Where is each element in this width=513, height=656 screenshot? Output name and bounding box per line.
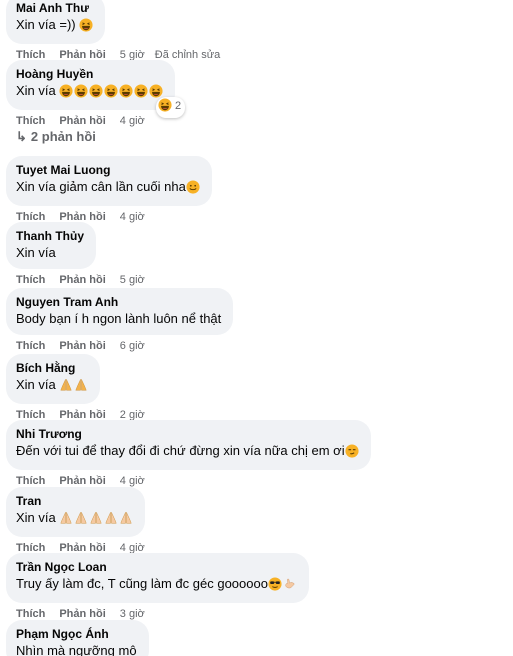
comment-author[interactable]: Thanh Thủy — [16, 228, 84, 244]
comment-item: Mai Anh Thư Xin vía =)) Thích Phản hồi 5 gi… — [6, 0, 220, 63]
comment-text-row: Xin vía giảm cân lần cuối nha — [16, 178, 200, 199]
laugh-emoji-icon — [79, 18, 93, 37]
comment-text: Truy ấy làm đc, T cũng làm đc géc gooooo… — [16, 576, 268, 591]
pray-light-emoji-icon — [74, 511, 88, 530]
comment-text-row: Xin vía — [16, 509, 133, 530]
comment-item: Hoàng Huyền Xin vía 2 Thích Phản hồi 4 giờ — [6, 60, 186, 129]
comment-author[interactable]: Bích Hằng — [16, 360, 88, 376]
comment-bubble: Hoàng Huyền Xin vía 2 — [6, 60, 186, 118]
comment-item: Bích Hằng Xin vía Thích Phản hồi 2 giờ — [6, 354, 145, 423]
comment-item: Nguyen Tram Anh Body bạn í h ngon lành lu… — [6, 288, 234, 354]
comment-actions: Thích Phản hồi 4 giờ — [6, 113, 175, 129]
view-replies-label: 2 phản hồi — [30, 129, 96, 144]
comment-author[interactable]: Hoàng Huyền — [16, 66, 163, 82]
comment-text-row: Xin vía — [16, 376, 88, 397]
pray-emoji-icon — [59, 378, 73, 397]
comment-bubble: Bích Hằng Xin vía — [6, 354, 101, 404]
comment-item: Phạm Ngọc Ánh Nhìn mà ngưỡng mộ — [6, 620, 149, 656]
comment-text: Body bạn í h ngon lành luôn nể thật — [16, 311, 222, 326]
comment-text-row: Xin vía — [16, 244, 84, 262]
comment-item: Thanh Thủy Xin vía Thích Phản hồi 5 giờ — [6, 222, 145, 288]
comment-text: Xin vía — [16, 245, 56, 260]
comment-bubble: Mai Anh Thư Xin vía =)) — [6, 0, 106, 44]
comment-author[interactable]: Mai Anh Thư — [16, 0, 93, 16]
comment-text: Nhìn mà ngưỡng mộ — [16, 643, 137, 656]
pray-light-emoji-icon — [104, 511, 118, 530]
comment-author[interactable]: Nguyen Tram Anh — [16, 294, 221, 310]
comment-author[interactable]: Tran — [16, 493, 133, 509]
comment-author[interactable]: Phạm Ngọc Ánh — [16, 626, 137, 642]
comment-timestamp[interactable]: 4 giờ — [120, 113, 145, 129]
laugh-emoji-icon — [119, 84, 133, 103]
comment-item: Nhi Trương Đến với tui để thay đổi đi chứ… — [6, 420, 371, 489]
comment-text: Xin vía =)) — [16, 17, 76, 32]
smirk-emoji-icon — [345, 444, 359, 463]
pray-light-emoji-icon — [89, 511, 103, 530]
comment-timestamp[interactable]: 5 giờ — [120, 272, 145, 288]
comment-text: Xin vía — [16, 510, 56, 525]
like-button[interactable]: Thích — [16, 113, 45, 129]
like-button[interactable]: Thích — [16, 338, 45, 354]
comment-text-row: Đến với tui để thay đổi đi chứ đừng xin … — [16, 442, 359, 463]
laugh-emoji-icon — [74, 84, 88, 103]
comment-text: Xin vía giảm cân lần cuối nha — [16, 179, 186, 194]
comment-bubble: Thanh Thủy Xin vía — [6, 222, 96, 269]
comment-bubble: Phạm Ngọc Ánh Nhìn mà ngưỡng mộ — [6, 620, 149, 656]
comment-text-row: Body bạn í h ngon lành luôn nể thật — [16, 310, 221, 328]
pray-emoji-icon — [74, 378, 88, 397]
pray-light-emoji-icon — [59, 511, 73, 530]
comment-text: Xin vía — [16, 83, 56, 98]
reply-button[interactable]: Phản hồi — [59, 272, 105, 288]
reply-arrow-icon: ↳ — [16, 129, 27, 144]
comment-author[interactable]: Tuyet Mai Luong — [16, 162, 200, 178]
reaction-count: 2 — [175, 100, 182, 112]
comment-text-row: Nhìn mà ngưỡng mộ — [16, 642, 137, 656]
comment-text: Xin vía — [16, 377, 56, 392]
call-me-emoji-icon — [283, 577, 297, 596]
comment-item: Trần Ngọc Loan Truy ấy làm đc, T cũng làm… — [6, 553, 309, 622]
comment-author[interactable]: Nhi Trương — [16, 426, 359, 442]
comment-bubble: Tuyet Mai Luong Xin vía giảm cân lần cuối… — [6, 156, 212, 206]
comment-actions: Thích Phản hồi 5 giờ — [6, 272, 145, 288]
comment-text-row: Xin vía =)) — [16, 16, 93, 37]
comment-text-row: Xin vía — [16, 82, 163, 103]
comment-bubble: Nguyen Tram Anh Body bạn í h ngon lành lu… — [6, 288, 234, 335]
pray-light-emoji-icon — [119, 511, 133, 530]
laugh-emoji-icon — [59, 84, 73, 103]
reply-button[interactable]: Phản hồi — [59, 113, 105, 129]
comment-text: Đến với tui để thay đổi đi chứ đừng xin … — [16, 443, 345, 458]
comment-actions: Thích Phản hồi 6 giờ — [6, 338, 233, 354]
comment-author[interactable]: Trần Ngọc Loan — [16, 559, 297, 575]
comment-item: Tran Xin vía Thích Phản hồi 4 giờ — [6, 487, 146, 556]
laugh-emoji-icon — [134, 84, 148, 103]
sunglasses-emoji-icon — [268, 577, 282, 596]
reply-button[interactable]: Phản hồi — [59, 338, 105, 354]
comment-bubble: Nhi Trương Đến với tui để thay đổi đi chứ… — [6, 420, 371, 470]
comment-text-row: Truy ấy làm đc, T cũng làm đc géc gooooo… — [16, 575, 297, 596]
view-replies-button[interactable]: ↳ 2 phản hồi — [16, 128, 96, 146]
laugh-emoji-icon — [89, 84, 103, 103]
smile-emoji-icon — [186, 180, 200, 199]
comment-bubble: Tran Xin vía — [6, 487, 146, 537]
comment-timestamp[interactable]: 6 giờ — [120, 338, 145, 354]
like-button[interactable]: Thích — [16, 272, 45, 288]
comment-item: Tuyet Mai Luong Xin vía giảm cân lần cuối… — [6, 156, 212, 225]
laugh-emoji-icon — [104, 84, 118, 103]
comment-bubble: Trần Ngọc Loan Truy ấy làm đc, T cũng làm… — [6, 553, 309, 603]
